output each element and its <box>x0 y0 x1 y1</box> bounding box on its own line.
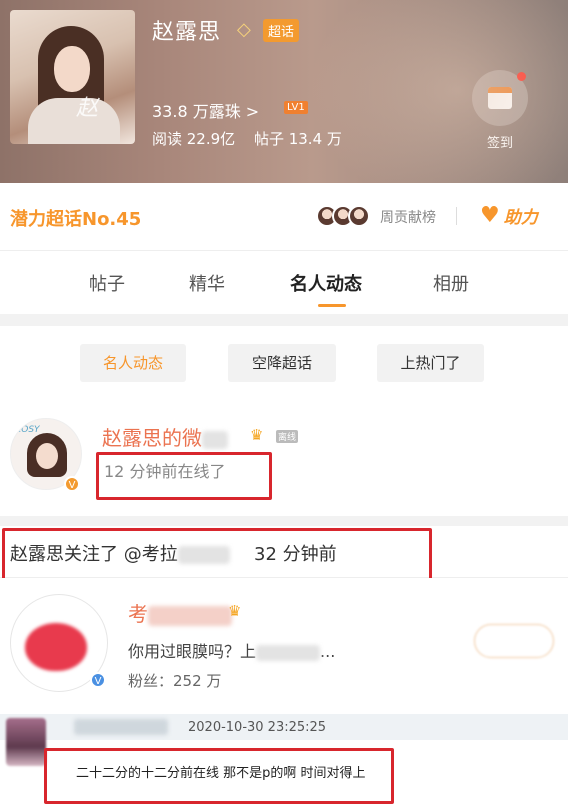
cover-script: 赵 <box>76 96 99 121</box>
comment-item[interactable]: 2020-10-30 23:25:25 二十二分的十二分前在线 那不是p的啊 时… <box>0 714 568 808</box>
comment-date: 2020-10-30 23:25:25 <box>188 720 327 735</box>
highlight-box <box>2 528 432 584</box>
calendar-icon <box>488 87 512 109</box>
verified-icon: V <box>90 672 106 688</box>
commenter-name[interactable] <box>74 719 168 735</box>
super-topic-page: 赵 赵露思 ◇ 超话 33.8 万露珠 > LV1 阅读 22.9亿 帖子 13… <box>0 0 568 808</box>
tab-celebrity-updates[interactable]: 名人动态 <box>290 270 362 296</box>
fans-count-link[interactable]: 33.8 万露珠 > <box>152 98 259 122</box>
user-intro-text: 你用过眼膜吗？上 <box>128 642 257 661</box>
crown-icon: ♛ <box>250 426 264 444</box>
divider <box>456 207 457 225</box>
crown-icon: ♛ <box>228 602 242 620</box>
user-fans: 粉丝：252 万 <box>128 672 222 690</box>
topic-name: 赵露思 <box>152 20 222 45</box>
user-name-text: 考 <box>128 602 148 626</box>
contributor-avatar <box>348 205 370 227</box>
potential-bar: 潜力超话No.45 周贡献榜 ♥ 助力 <box>0 183 568 251</box>
celebrity-name-text: 赵露思的微 <box>102 426 202 450</box>
checkin-button[interactable] <box>472 70 528 126</box>
contributor-avatars[interactable] <box>316 205 370 227</box>
highlight-box <box>96 452 272 500</box>
follow-activity[interactable]: 赵露思关注了 @考拉 32 分钟前 <box>0 526 568 584</box>
filter-bar: 名人动态 空降超话 上热门了 <box>0 326 568 398</box>
user-intro-ellipsis: ... <box>320 642 336 661</box>
status-tag: 离线 <box>276 430 299 443</box>
section-gap <box>0 516 568 526</box>
celebrity-card[interactable]: ROSY V 赵露思的微 ♛ 离线 12 分钟前在线了 <box>0 398 568 516</box>
topic-cover-image[interactable]: 赵 <box>10 10 135 144</box>
section-gap <box>0 314 568 326</box>
boost-label: 助力 <box>503 208 538 228</box>
checkin-label[interactable]: 签到 <box>472 132 528 151</box>
filter-celebrity-updates[interactable]: 名人动态 <box>80 344 186 382</box>
super-topic-tag: 超话 <box>263 18 300 42</box>
level-badge: LV1 <box>284 101 308 114</box>
user-intro: 你用过眼膜吗？上... <box>128 638 335 662</box>
filter-airdrop[interactable]: 空降超话 <box>228 344 336 382</box>
notification-dot <box>517 72 526 81</box>
celebrity-name[interactable]: 赵露思的微 <box>102 422 228 451</box>
super-topic-badge: ◇ 超话 <box>237 18 300 42</box>
tab-posts[interactable]: 帖子 <box>89 270 125 296</box>
avatar-face <box>36 443 58 469</box>
boost-button[interactable]: ♥ 助力 <box>480 203 538 228</box>
avatar-text: ROSY <box>15 425 40 435</box>
commenter-avatar[interactable] <box>6 718 46 766</box>
cover-figure-face <box>54 46 90 92</box>
verified-icon: V <box>64 476 80 492</box>
redacted-text <box>202 430 228 449</box>
topic-stats: 阅读 22.9亿 帖子 13.4 万 <box>152 128 356 149</box>
redacted-text <box>148 605 232 626</box>
read-count: 阅读 22.9亿 <box>152 130 236 148</box>
active-tab-indicator <box>318 304 346 307</box>
potential-rank[interactable]: 潜力超话No.45 <box>10 205 141 231</box>
weekly-contribution-link[interactable]: 周贡献榜 <box>380 207 436 227</box>
post-count: 帖子 13.4 万 <box>253 130 342 148</box>
highlight-box <box>44 748 394 804</box>
topic-tabs: 帖子 精华 名人动态 相册 <box>0 252 568 314</box>
follow-button[interactable] <box>474 624 554 658</box>
followed-user-card[interactable]: V 考 ♛ 你用过眼膜吗？上... 粉丝：252 万 <box>0 578 568 692</box>
cover-figure-coat <box>28 98 120 144</box>
tab-album[interactable]: 相册 <box>433 270 469 296</box>
avatar-heart <box>25 623 87 671</box>
redacted-text <box>256 644 321 661</box>
user-name[interactable]: 考 <box>128 598 232 627</box>
topic-header: 赵 赵露思 ◇ 超话 33.8 万露珠 > LV1 阅读 22.9亿 帖子 13… <box>0 0 568 183</box>
filter-trending[interactable]: 上热门了 <box>377 344 484 382</box>
diamond-icon: ◇ <box>237 19 251 40</box>
tab-featured[interactable]: 精华 <box>189 270 225 296</box>
heart-icon: ♥ <box>480 203 500 228</box>
